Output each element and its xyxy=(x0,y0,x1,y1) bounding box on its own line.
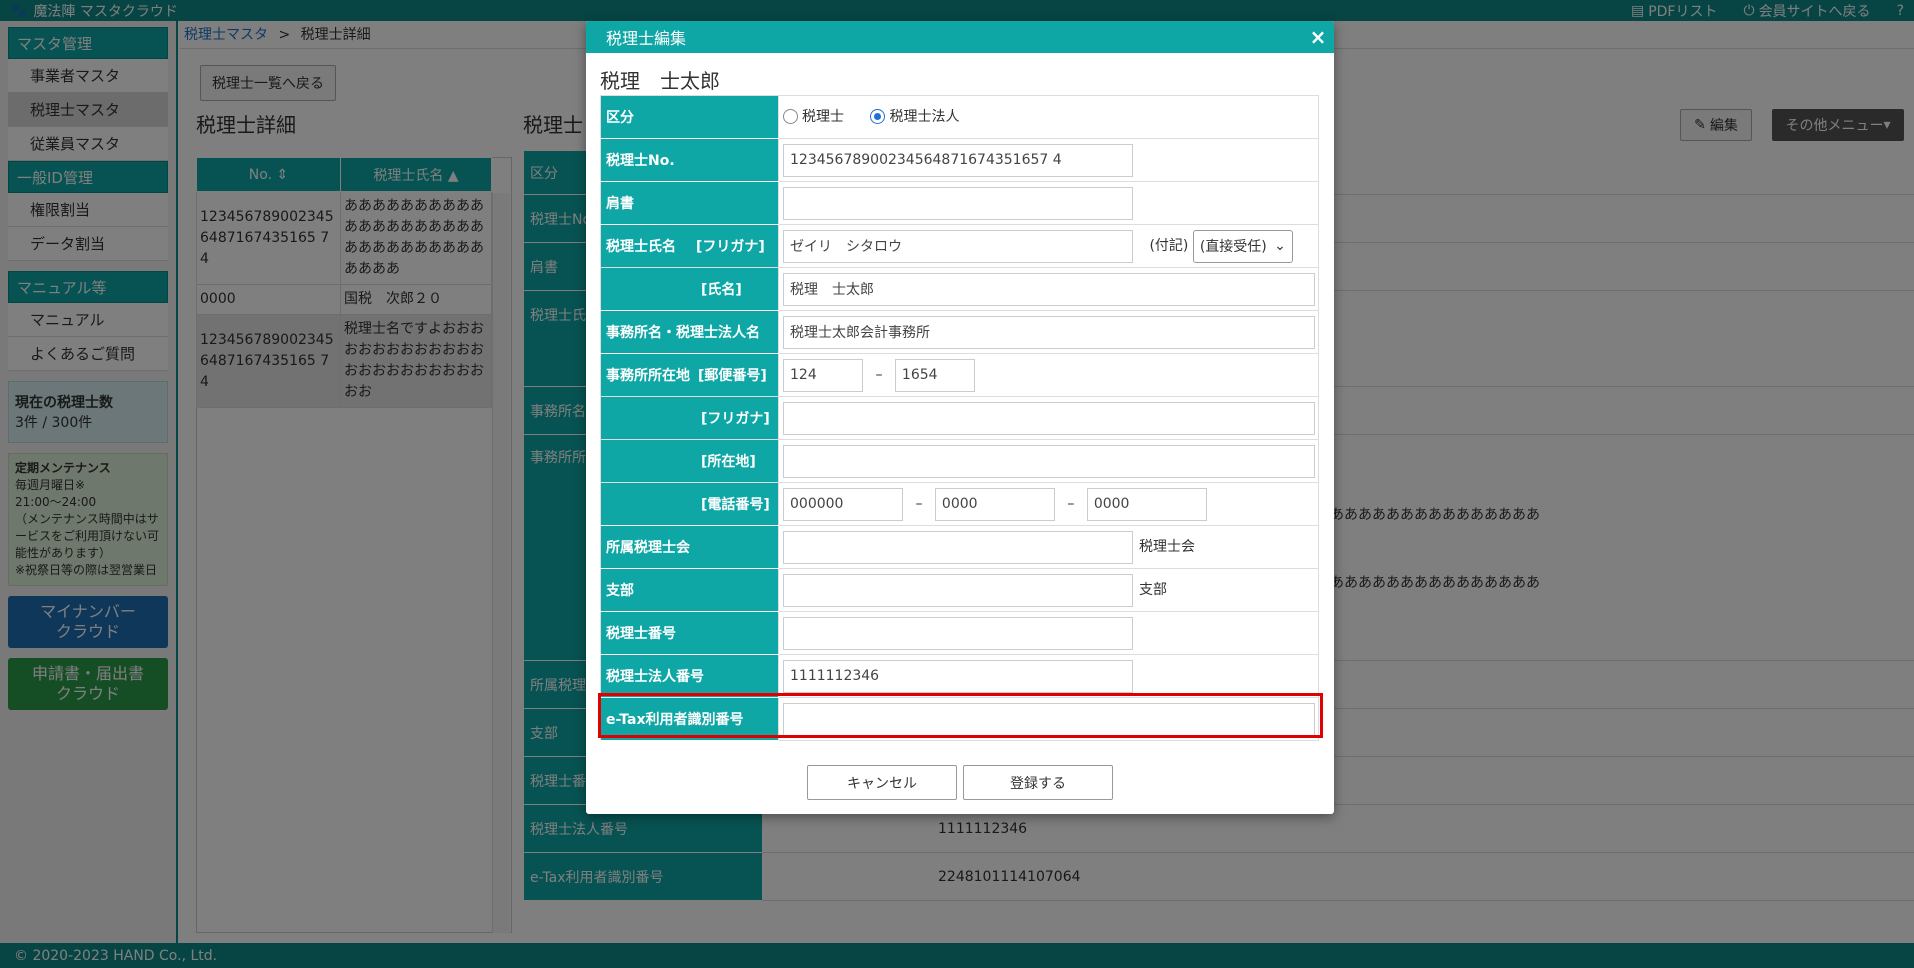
etax-highlight-box xyxy=(598,693,1323,738)
chevron-down-icon: ⌄ xyxy=(1274,238,1286,254)
sub-label: [フリガナ] xyxy=(696,239,765,255)
label-text: 事務所所在地 xyxy=(606,368,690,384)
cancel-button[interactable]: キャンセル xyxy=(807,765,957,800)
tel-sep: – xyxy=(1067,496,1075,512)
label-no: 税理士No. xyxy=(600,138,779,182)
sub-label: [郵便番号] xyxy=(698,368,767,384)
reg-no-input[interactable] xyxy=(783,616,1133,650)
modal-header: 税理士編集 × xyxy=(586,21,1334,53)
office-input[interactable]: 税理士太郎会計事務所 xyxy=(783,315,1315,349)
radio-tax-corp[interactable]: 税理士法人 xyxy=(870,106,959,126)
modal-person-name: 税理 士太郎 xyxy=(600,69,720,93)
label-addr-zip: 事務所所在地 [郵便番号] xyxy=(600,353,779,397)
label-addr-loc: [所在地] xyxy=(600,439,779,483)
close-icon[interactable]: × xyxy=(1302,25,1334,49)
zip2-input[interactable]: 1654 xyxy=(894,358,975,392)
label-kubun: 区分 xyxy=(600,95,779,139)
name-kana-input[interactable]: ゼイリ シタロウ xyxy=(783,229,1133,263)
label-branch: 支部 xyxy=(600,568,779,612)
edit-form: 区分 税理士 税理士法人 税理士No. 12345678900234564871… xyxy=(600,95,1319,741)
submit-button[interactable]: 登録する xyxy=(963,765,1113,800)
title-input[interactable] xyxy=(783,186,1133,220)
tel-sep: – xyxy=(915,496,923,512)
radio-circle xyxy=(783,108,798,124)
select-value: (直接受任) xyxy=(1199,239,1267,255)
radio-circle-selected xyxy=(870,108,886,124)
corp-no-input[interactable]: 1111112346 xyxy=(783,659,1133,693)
note-select[interactable]: (直接受任) ⌄ xyxy=(1192,229,1293,263)
zip1-input[interactable]: 124 xyxy=(783,358,863,392)
radio-tax-accountant[interactable]: 税理士 xyxy=(783,106,844,126)
label-tel: [電話番号] xyxy=(600,482,779,526)
zip-sep: – xyxy=(875,367,883,383)
tel1-input[interactable]: 000000 xyxy=(783,487,903,521)
accountant-no-input[interactable]: 12345678900234564871674351657 4 xyxy=(783,143,1133,177)
branch-input[interactable] xyxy=(783,573,1133,607)
label-shimei: [氏名] xyxy=(600,267,779,311)
modal-buttons: キャンセル 登録する xyxy=(586,765,1334,800)
addr-input[interactable] xyxy=(783,444,1315,478)
name-input[interactable]: 税理 士太郎 xyxy=(783,272,1315,306)
label-addr-kana: [フリガナ] xyxy=(600,396,779,440)
radio-label: 税理士 xyxy=(802,109,844,126)
radio-label: 税理士法人 xyxy=(889,109,960,126)
label-reg: 税理士番号 xyxy=(600,611,779,655)
tel3-input[interactable]: 0000 xyxy=(1086,487,1207,521)
assoc-input[interactable] xyxy=(783,530,1133,564)
addr-kana-input[interactable] xyxy=(783,401,1315,435)
label-text: 税理士氏名 xyxy=(606,239,676,255)
tel2-input[interactable]: 0000 xyxy=(934,487,1055,521)
note-label: (付記) xyxy=(1149,238,1189,254)
branch-suffix: 支部 xyxy=(1139,582,1167,598)
label-corp: 税理士法人番号 xyxy=(600,654,779,698)
modal-title: 税理士編集 xyxy=(606,29,687,48)
label-name-kana: 税理士氏名 [フリガナ] xyxy=(600,224,779,268)
label-title: 肩書 xyxy=(600,181,779,225)
label-office: 事務所名・税理士法人名 xyxy=(600,310,779,354)
label-assoc: 所属税理士会 xyxy=(600,525,779,569)
assoc-suffix: 税理士会 xyxy=(1139,539,1195,555)
